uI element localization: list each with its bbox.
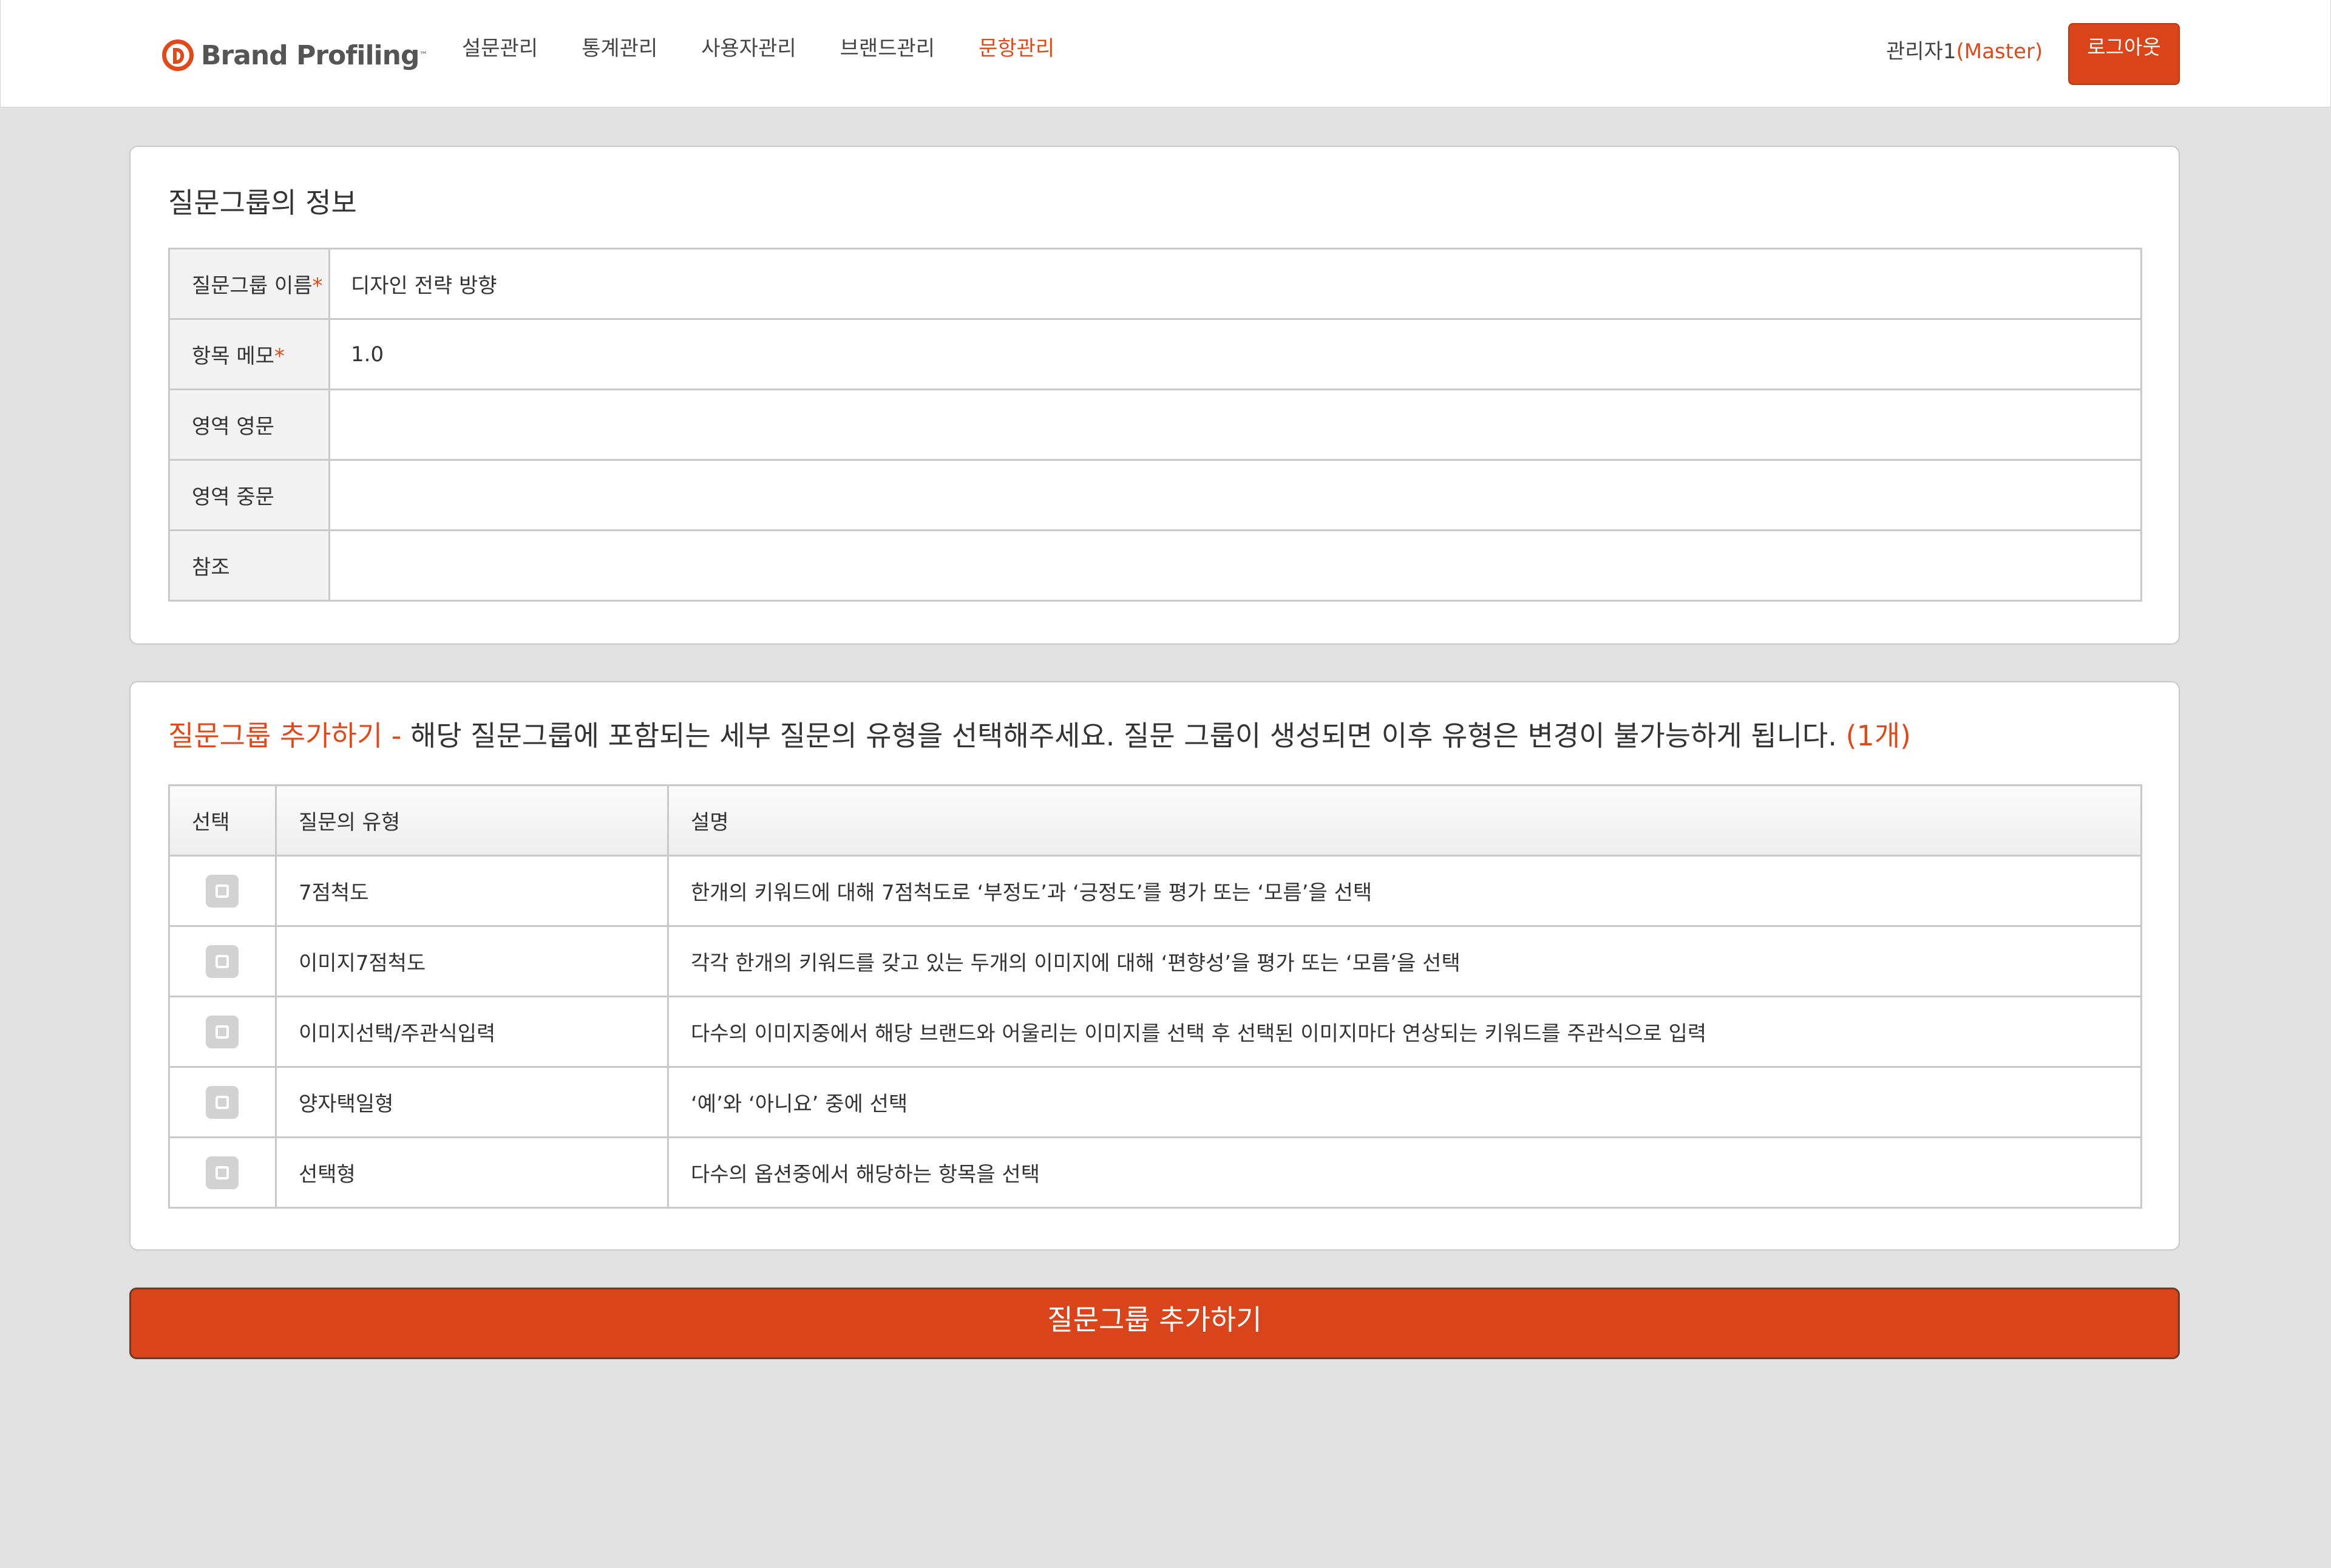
add-group-panel: 질문그룹 추가하기 - 해당 질문그룹에 포함되는 세부 질문의 유형을 선택해…	[129, 681, 2180, 1251]
field-label-text: 항목 메모	[192, 344, 274, 368]
add-group-title-text: 해당 질문그룹에 포함되는 세부 질문의 유형을 선택해주세요. 질문 그룹이 …	[401, 719, 1846, 752]
user-name: 관리자1	[1886, 39, 1956, 64]
nav-item-statistics[interactable]: 통계관리	[582, 34, 657, 63]
table-row: 7점척도 한개의 키워드에 대해 7점척도로 ‘부정도’과 ‘긍정도’를 평가 …	[168, 855, 2142, 927]
select-cell	[168, 925, 277, 997]
brand-logo-icon	[162, 39, 194, 71]
table-row: 영역 영문	[168, 389, 2142, 461]
select-cell	[168, 1136, 277, 1209]
type-checkbox[interactable]	[206, 1085, 239, 1119]
user-role: (Master)	[1956, 39, 2043, 64]
select-cell	[168, 996, 277, 1068]
question-type-description: 다수의 옵션중에서 해당하는 항목을 선택	[667, 1136, 2142, 1209]
field-label: 참조	[168, 529, 330, 602]
question-type: 양자택일형	[275, 1066, 669, 1138]
brand-logo-text: Brand Profiling	[201, 39, 419, 71]
add-group-title: 질문그룹 추가하기 - 해당 질문그룹에 포함되는 세부 질문의 유형을 선택해…	[168, 714, 1911, 754]
selected-count: (1개)	[1845, 719, 1912, 752]
top-header: Brand Profiling ™ 설문관리 통계관리 사용자관리 브랜드관리 …	[0, 0, 2331, 107]
user-info: 관리자1(Master)	[1886, 36, 2043, 67]
required-mark: *	[312, 274, 323, 298]
area-english-field[interactable]	[328, 389, 2142, 461]
group-info-panel: 질문그룹의 정보 질문그룹 이름* 디자인 전략 방향 항목 메모* 1.0 영…	[129, 146, 2180, 645]
type-checkbox[interactable]	[206, 945, 239, 978]
table-row: 이미지7점척도 각각 한개의 키워드를 갖고 있는 두개의 이미지에 대해 ‘편…	[168, 925, 2142, 997]
field-label: 질문그룹 이름*	[168, 248, 330, 320]
question-type-description: 한개의 키워드에 대해 7점척도로 ‘부정도’과 ‘긍정도’를 평가 또는 ‘모…	[667, 855, 2142, 927]
select-cell	[168, 1066, 277, 1138]
question-type: 7점척도	[275, 855, 669, 927]
reference-field[interactable]	[328, 529, 2142, 602]
table-row: 선택형 다수의 옵션중에서 해당하는 항목을 선택	[168, 1136, 2142, 1209]
nav-item-brands[interactable]: 브랜드관리	[840, 34, 935, 63]
nav-item-questions[interactable]: 문항관리	[979, 34, 1054, 63]
field-label: 영역 중문	[168, 459, 330, 531]
field-label-text: 질문그룹 이름	[192, 274, 313, 298]
main-nav: 설문관리 통계관리 사용자관리 브랜드관리 문항관리	[462, 34, 1098, 63]
question-type-description: 다수의 이미지중에서 해당 브랜드와 어울리는 이미지를 선택 후 선택된 이미…	[667, 996, 2142, 1068]
trademark-mark: ™	[419, 50, 428, 60]
type-checkbox[interactable]	[206, 1156, 239, 1189]
table-row: 양자택일형 ‘예’와 ‘아니요’ 중에 선택	[168, 1066, 2142, 1138]
question-type-description: ‘예’와 ‘아니요’ 중에 선택	[667, 1066, 2142, 1138]
question-type: 이미지7점척도	[275, 925, 669, 997]
add-group-title-accent: 질문그룹 추가하기 -	[168, 719, 402, 752]
table-row: 항목 메모* 1.0	[168, 318, 2142, 390]
type-checkbox[interactable]	[206, 1015, 239, 1048]
question-type-table: 선택 질문의 유형 설명 7점척도 한개의 키워드에 대해 7점척도로 ‘부정도…	[168, 784, 2142, 1209]
group-info-table: 질문그룹 이름* 디자인 전략 방향 항목 메모* 1.0 영역 영문 영역 중…	[168, 248, 2142, 602]
type-checkbox[interactable]	[206, 874, 239, 908]
question-type: 선택형	[275, 1136, 669, 1209]
brand-logo[interactable]: Brand Profiling ™	[162, 35, 427, 75]
area-chinese-field[interactable]	[328, 459, 2142, 531]
select-cell	[168, 855, 277, 927]
table-row: 이미지선택/주관식입력 다수의 이미지중에서 해당 브랜드와 어울리는 이미지를…	[168, 996, 2142, 1068]
logout-button[interactable]: 로그아웃	[2068, 23, 2180, 85]
item-memo-field[interactable]: 1.0	[328, 318, 2142, 390]
required-mark: *	[274, 344, 285, 368]
column-header-type: 질문의 유형	[275, 784, 669, 857]
nav-item-users[interactable]: 사용자관리	[701, 34, 796, 63]
table-row: 영역 중문	[168, 459, 2142, 531]
column-header-select: 선택	[168, 784, 277, 857]
field-label: 항목 메모*	[168, 318, 330, 390]
nav-item-survey[interactable]: 설문관리	[462, 34, 538, 63]
column-header-description: 설명	[667, 784, 2142, 857]
question-type-description: 각각 한개의 키워드를 갖고 있는 두개의 이미지에 대해 ‘편향성’을 평가 …	[667, 925, 2142, 997]
table-header-row: 선택 질문의 유형 설명	[168, 784, 2142, 857]
group-name-field[interactable]: 디자인 전략 방향	[328, 248, 2142, 320]
table-row: 질문그룹 이름* 디자인 전략 방향	[168, 248, 2142, 320]
field-label: 영역 영문	[168, 389, 330, 461]
table-row: 참조	[168, 529, 2142, 602]
question-type: 이미지선택/주관식입력	[275, 996, 669, 1068]
group-info-title: 질문그룹의 정보	[168, 186, 357, 219]
add-question-group-button[interactable]: 질문그룹 추가하기	[129, 1288, 2180, 1359]
